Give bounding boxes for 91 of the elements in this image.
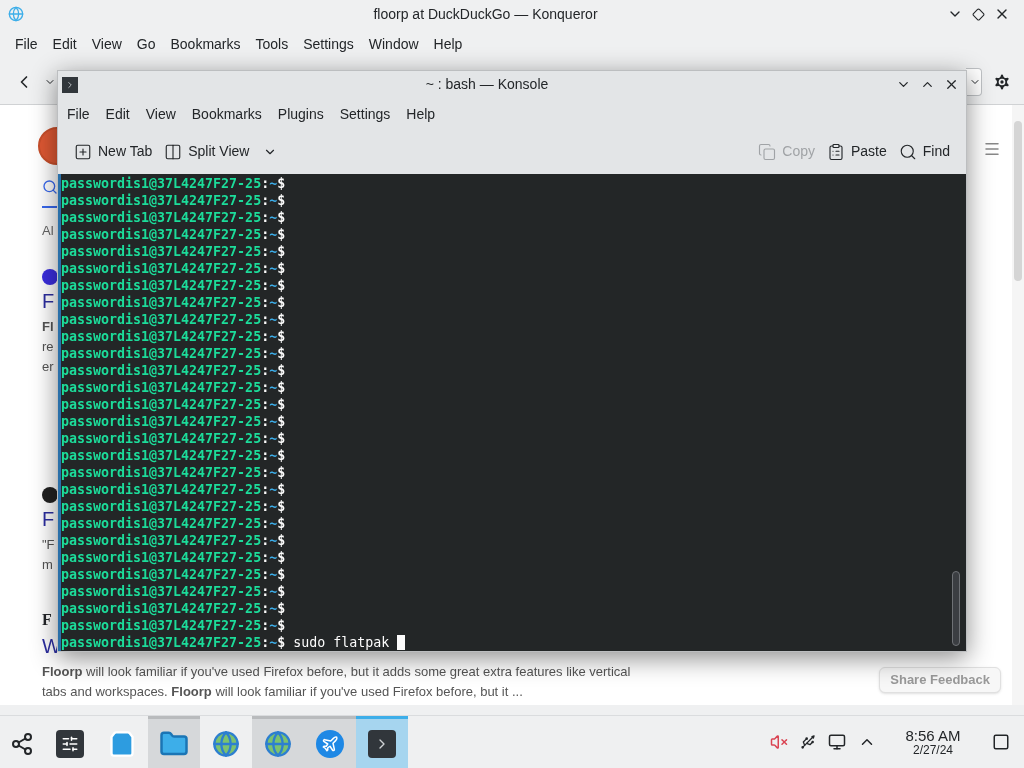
prompt: passwordis1@37L4247F27-25:~$ xyxy=(61,260,286,277)
toolbar-button[interactable]: New Tab xyxy=(70,136,157,167)
prompt: passwordis1@37L4247F27-25:~$ xyxy=(61,294,286,311)
menu-item[interactable]: File xyxy=(10,33,43,55)
prompt: passwordis1@37L4247F27-25:~$ xyxy=(61,617,286,634)
menu-item[interactable]: Help xyxy=(428,33,468,55)
menu-item[interactable]: Plugins xyxy=(271,103,330,125)
menu-item[interactable]: Bookmarks xyxy=(185,103,268,125)
prompt: passwordis1@37L4247F27-25:~$ xyxy=(61,209,286,226)
menu-icon[interactable] xyxy=(983,140,1001,158)
menu-item[interactable]: Edit xyxy=(47,33,82,55)
command-text: sudo flatpak xyxy=(293,634,390,651)
prompt: passwordis1@37L4247F27-25:~$ xyxy=(61,430,286,447)
toolbar-button[interactable]: Find xyxy=(894,136,954,167)
prompt: passwordis1@37L4247F27-25:~$ xyxy=(61,464,286,481)
search-icon xyxy=(898,142,917,161)
globe-icon xyxy=(264,729,292,758)
result-snippet: Floorp will look familiar if you've used Firefox before, but it adds some great extra features like vertical xyxy=(42,663,631,681)
scrollbar-thumb[interactable] xyxy=(952,571,960,646)
result-snippet: re xyxy=(42,338,54,356)
konsole-icon xyxy=(62,76,78,93)
menu-item[interactable]: View xyxy=(139,103,182,125)
prompt: passwordis1@37L4247F27-25:~$ xyxy=(61,413,286,430)
prompt: passwordis1@37L4247F27-25:~$ xyxy=(61,481,286,498)
menu-item[interactable]: View xyxy=(86,33,127,55)
globe-icon xyxy=(212,729,240,758)
prompt: passwordis1@37L4247F27-25:~$ xyxy=(61,396,286,413)
menu-item[interactable]: Bookmarks xyxy=(165,33,246,55)
prompt: passwordis1@37L4247F27-25:~$ xyxy=(61,634,286,651)
result-snippet: Fl xyxy=(42,318,54,336)
tab-label[interactable]: Al xyxy=(42,221,54,241)
clipboard-icon xyxy=(826,142,845,161)
prompt: passwordis1@37L4247F27-25:~$ xyxy=(61,600,286,617)
prompt: passwordis1@37L4247F27-25:~$ xyxy=(61,277,286,294)
result-snippet: "F xyxy=(42,536,55,554)
terminal[interactable] xyxy=(58,174,966,651)
prompt: passwordis1@37L4247F27-25:~$ xyxy=(61,379,286,396)
clock-time[interactable]: 8:56 AM xyxy=(905,727,961,744)
copy-icon xyxy=(758,142,777,161)
menu-item[interactable]: Help xyxy=(400,103,442,125)
window-title: floorp at DuckDuckGo — Konqueror xyxy=(372,4,599,24)
prompt: passwordis1@37L4247F27-25:~$ xyxy=(61,226,286,243)
prompt: passwordis1@37L4247F27-25:~$ xyxy=(61,362,286,379)
menu-item[interactable]: Go xyxy=(131,33,161,55)
launcher-icon xyxy=(10,731,34,756)
plane-icon xyxy=(316,729,344,758)
prompt: passwordis1@37L4247F27-25:~$ xyxy=(61,175,286,192)
result-title[interactable]: F xyxy=(42,506,55,532)
prompt: passwordis1@37L4247F27-25:~$ xyxy=(61,498,286,515)
show-desktop-icon[interactable] xyxy=(992,733,1010,751)
prompt: passwordis1@37L4247F27-25:~$ xyxy=(61,549,286,566)
search-icon xyxy=(42,179,58,195)
prompt: passwordis1@37L4247F27-25:~$ xyxy=(61,515,286,532)
menu-item[interactable]: Window xyxy=(363,33,424,55)
columns-icon xyxy=(164,142,183,161)
new-tab-icon xyxy=(74,142,92,161)
volume-muted-icon[interactable] xyxy=(770,733,788,751)
result-title[interactable]: F xyxy=(42,288,55,314)
maximize-icon[interactable] xyxy=(972,7,985,21)
toolbar-button[interactable]: Paste xyxy=(822,136,891,167)
result-snippet: er xyxy=(42,358,54,376)
prompt: passwordis1@37L4247F27-25:~$ xyxy=(61,311,286,328)
toolbar-button[interactable]: Split View xyxy=(160,136,282,167)
app-globe-icon xyxy=(8,6,24,22)
source-logo: F xyxy=(42,610,52,630)
bag-icon xyxy=(108,729,136,758)
menu-item[interactable]: Settings xyxy=(298,33,359,55)
prompt: passwordis1@37L4247F27-25:~$ xyxy=(61,345,286,362)
clock-date[interactable]: 2/27/24 xyxy=(912,743,953,757)
site-icon xyxy=(42,487,58,503)
usb-icon[interactable] xyxy=(800,734,816,750)
menu-item[interactable]: Edit xyxy=(99,103,136,125)
window-title: ~ : bash — Konsole xyxy=(424,75,550,95)
prompt: passwordis1@37L4247F27-25:~$ xyxy=(61,328,286,345)
network-icon[interactable] xyxy=(828,733,846,751)
sliders-icon xyxy=(56,729,84,758)
menu-item[interactable]: Settings xyxy=(333,103,397,125)
terminal-icon xyxy=(368,729,396,758)
result-snippet: tabs and workspaces. Floorp will look familiar if you've used Firefox before, but it ... xyxy=(42,683,523,701)
site-icon xyxy=(42,269,58,285)
prompt: passwordis1@37L4247F27-25:~$ xyxy=(61,447,286,464)
menu-item[interactable]: File xyxy=(61,103,96,125)
prompt: passwordis1@37L4247F27-25:~$ xyxy=(61,192,286,209)
prompt: passwordis1@37L4247F27-25:~$ xyxy=(61,243,286,260)
prompt: passwordis1@37L4247F27-25:~$ xyxy=(61,583,286,600)
taskbar-item[interactable] xyxy=(356,716,408,768)
prompt: passwordis1@37L4247F27-25:~$ xyxy=(61,566,286,583)
result-snippet: m xyxy=(42,556,53,574)
settings-icon[interactable] xyxy=(992,72,1012,92)
menu-item[interactable]: Tools xyxy=(250,33,294,55)
prompt: passwordis1@37L4247F27-25:~$ xyxy=(61,532,286,549)
